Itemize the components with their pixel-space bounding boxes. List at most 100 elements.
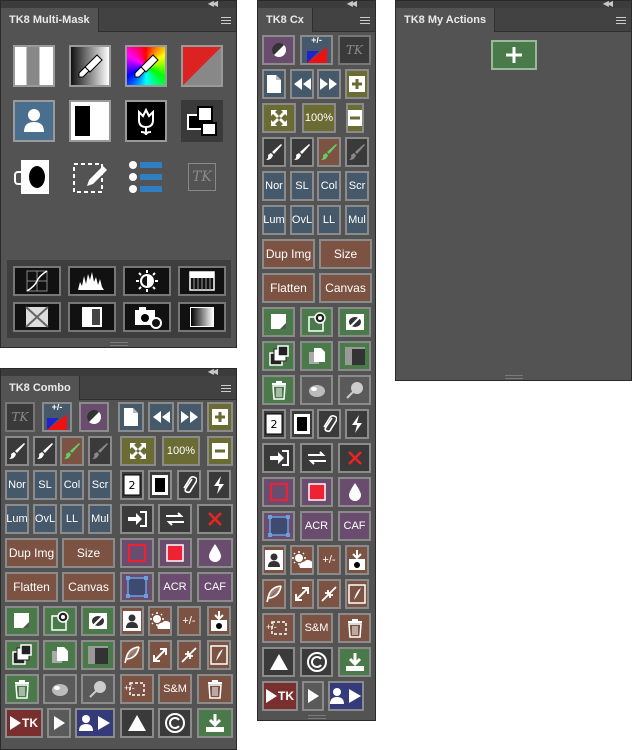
zoom-100-button[interactable]: 100% xyxy=(162,436,200,466)
blend-color-button[interactable]: Col xyxy=(60,470,84,500)
blend-screen-button[interactable]: Scr xyxy=(88,470,112,500)
flatten-button[interactable]: Flatten xyxy=(5,572,58,602)
new-layer-button[interactable] xyxy=(262,307,295,337)
fit-screen-button[interactable] xyxy=(120,436,156,466)
mask-list-button[interactable] xyxy=(125,156,167,198)
previous-document-button[interactable] xyxy=(148,402,174,432)
smart-object-button[interactable] xyxy=(300,307,333,337)
quick-action-button[interactable] xyxy=(207,470,231,500)
collapse-icon[interactable]: ◀◀ xyxy=(208,367,218,376)
feather-button[interactable] xyxy=(120,640,144,670)
vignette-button[interactable] xyxy=(13,302,61,332)
layer-mask-button[interactable] xyxy=(81,640,115,670)
zoom-out-button[interactable] xyxy=(207,436,233,466)
mask-color-brush-button[interactable] xyxy=(125,45,167,87)
blend-normal-button[interactable]: Nor xyxy=(262,171,286,201)
resize-grip[interactable] xyxy=(109,342,128,346)
panel-menu-icon[interactable] xyxy=(360,17,370,24)
brightness-button[interactable] xyxy=(123,266,171,296)
blend-color-button[interactable]: Col xyxy=(317,171,341,201)
save-button[interactable] xyxy=(207,606,231,636)
plus-minus-selection-button[interactable]: +/- xyxy=(262,613,295,643)
mask-gradient-brush-button[interactable] xyxy=(69,45,111,87)
copyright-button[interactable] xyxy=(300,647,333,677)
red-outline-button[interactable] xyxy=(262,477,295,507)
contrast-button[interactable] xyxy=(262,35,295,65)
collapse-icon[interactable]: ◀◀ xyxy=(208,0,218,8)
duplicate-image-button[interactable]: Dup Img xyxy=(262,239,315,269)
tk-logo-button[interactable]: TK xyxy=(5,402,35,432)
mask-half-button[interactable] xyxy=(69,100,111,142)
levels-button[interactable] xyxy=(68,266,116,296)
plus-minus-color-button[interactable]: +/- xyxy=(300,35,333,65)
collapse-icon[interactable]: ◀◀ xyxy=(603,0,613,8)
enlarge-button[interactable] xyxy=(290,579,314,609)
play-button[interactable] xyxy=(47,708,71,738)
enlarge-button[interactable] xyxy=(148,640,172,670)
ghost-layer-button[interactable] xyxy=(43,674,77,704)
enter-button[interactable] xyxy=(262,443,295,473)
tab-cx[interactable]: TK8 Cx xyxy=(258,8,313,32)
camera-raw-button[interactable] xyxy=(123,302,171,332)
red-fill-button[interactable] xyxy=(158,538,192,568)
blend-soft-light-button[interactable]: SL xyxy=(290,171,314,201)
copyright-button[interactable] xyxy=(158,708,192,738)
transform-button[interactable] xyxy=(262,511,295,541)
zoom-in-button[interactable] xyxy=(207,402,233,432)
blend-normal-button[interactable]: Nor xyxy=(5,470,29,500)
shrink-button[interactable] xyxy=(177,640,201,670)
portrait-button[interactable] xyxy=(262,545,286,575)
ghost-layer-button[interactable] xyxy=(300,375,333,405)
mask-tulip-button[interactable] xyxy=(125,100,167,142)
frame-button[interactable] xyxy=(207,640,231,670)
gradient-map-button[interactable] xyxy=(178,302,226,332)
plus-minus-color-button[interactable]: +/- xyxy=(42,402,72,432)
delete-button[interactable] xyxy=(338,613,371,643)
plus-minus-button[interactable]: +/- xyxy=(177,606,201,636)
sharpen-mask-button[interactable]: S&M xyxy=(158,674,192,704)
clip-button[interactable] xyxy=(317,409,341,439)
camera-raw-button[interactable]: ACR xyxy=(300,511,333,541)
flatten-button[interactable]: Flatten xyxy=(262,273,315,303)
download-button[interactable] xyxy=(338,647,371,677)
inspect-layer-button[interactable] xyxy=(338,375,371,405)
blend-overlay-button[interactable]: OvL xyxy=(33,504,57,534)
frame-button[interactable] xyxy=(345,579,369,609)
blend-soft-light-button[interactable]: SL xyxy=(33,470,57,500)
blend-screen-button[interactable]: Scr xyxy=(345,171,369,201)
content-aware-fill-button[interactable]: CAF xyxy=(338,511,371,541)
brush-black-button[interactable] xyxy=(5,436,29,466)
content-aware-fill-button[interactable]: CAF xyxy=(197,572,233,602)
feather-button[interactable] xyxy=(262,579,286,609)
brush-gray-button[interactable] xyxy=(345,137,369,167)
blend-luminosity-button[interactable]: Lum xyxy=(262,205,286,235)
mask-red-gray-button[interactable] xyxy=(181,45,223,87)
layer-mask-button[interactable] xyxy=(338,341,371,371)
next-document-button[interactable] xyxy=(317,69,341,99)
tab-multi-mask[interactable]: TK8 Multi-Mask xyxy=(1,8,99,32)
panel-menu-icon[interactable] xyxy=(221,385,231,392)
mask-person-button[interactable] xyxy=(13,100,55,142)
brush-gray-button[interactable] xyxy=(88,436,112,466)
invert-button[interactable] xyxy=(68,302,116,332)
stamp-visible-button[interactable] xyxy=(5,640,39,670)
mask-overlap-squares-button[interactable] xyxy=(181,100,223,142)
zoom-100-button[interactable]: 100% xyxy=(302,103,336,133)
clip-button[interactable] xyxy=(177,470,201,500)
new-layer-button[interactable] xyxy=(5,606,39,636)
shrink-button[interactable] xyxy=(317,579,341,609)
triangle-button[interactable] xyxy=(120,708,154,738)
tk-logo-button[interactable]: TK xyxy=(188,163,216,191)
swap-button[interactable] xyxy=(300,443,333,473)
add-action-button[interactable] xyxy=(491,40,537,70)
zoom-in-button[interactable] xyxy=(345,69,369,99)
person-play-button[interactable] xyxy=(75,708,115,738)
resize-grip[interactable] xyxy=(504,375,523,379)
panel-menu-icon[interactable] xyxy=(616,17,626,24)
number-button[interactable]: 2 xyxy=(120,470,144,500)
fit-screen-button[interactable] xyxy=(262,103,296,133)
tab-my-actions[interactable]: TK8 My Actions xyxy=(396,8,496,32)
blend-linear-light-button[interactable]: LL xyxy=(60,504,84,534)
camera-raw-button[interactable]: ACR xyxy=(158,572,192,602)
blend-overlay-button[interactable]: OvL xyxy=(290,205,314,235)
